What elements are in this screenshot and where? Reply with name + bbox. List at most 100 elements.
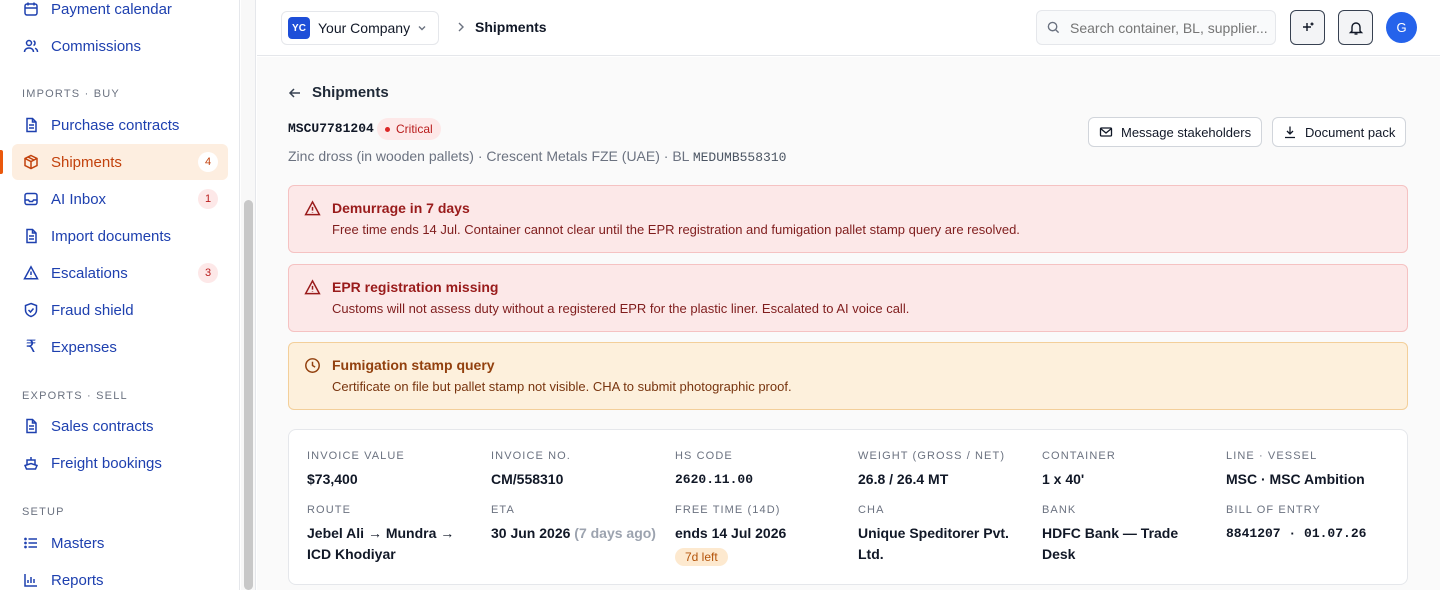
sidebar-item-purchase-contracts[interactable]: Purchase contracts (12, 107, 228, 143)
detail-bank: BANK HDFC Bank — Trade Desk (1042, 504, 1212, 565)
package-icon (23, 154, 39, 170)
back-to-shipments[interactable]: Shipments (288, 84, 389, 101)
escalations-count-badge: 3 (198, 263, 218, 283)
detail-value: CM/558310 (491, 471, 564, 487)
container-id: MSCU7781204 (288, 121, 374, 136)
detail-label: ETA (491, 504, 515, 516)
sidebar-item-escalations[interactable]: Escalations 3 (12, 255, 228, 291)
detail-label: INVOICE NO. (491, 450, 571, 462)
sidebar-item-label: Commissions (51, 37, 142, 55)
company-switcher[interactable]: YC Your Company (281, 11, 439, 45)
sidebar-item-fraud-shield[interactable]: Fraud shield (12, 292, 228, 328)
sidebar-item-reports[interactable]: Reports (12, 562, 228, 590)
sidebar-item-label: Escalations (51, 264, 128, 282)
detail-invoice-no: INVOICE NO. CM/558310 (491, 450, 661, 490)
breadcrumb-current: Shipments (475, 19, 547, 35)
users-icon (23, 38, 39, 54)
shipment-description: Zinc dross (in wooden pallets) · Crescen… (288, 148, 786, 165)
sidebar-item-shipments[interactable]: Shipments 4 (12, 144, 228, 180)
user-avatar[interactable]: G (1386, 12, 1417, 43)
search-icon (1047, 21, 1060, 34)
scrollbar-thumb[interactable] (244, 200, 253, 590)
sidebar-item-import-documents[interactable]: Import documents (12, 218, 228, 254)
message-stakeholders-button[interactable]: Message stakeholders (1088, 117, 1263, 147)
alert-title: Demurrage in 7 days (332, 200, 470, 216)
detail-hs-code: HS CODE 2620.11.00 (675, 450, 845, 490)
shield-icon (23, 302, 39, 318)
detail-value: 30 Jun 2026 (491, 525, 571, 541)
detail-label: INVOICE VALUE (307, 450, 405, 462)
sidebar-item-sales-contracts[interactable]: Sales contracts (12, 408, 228, 444)
detail-label: BILL OF ENTRY (1226, 504, 1321, 516)
list-icon (23, 535, 39, 551)
clock-icon (304, 357, 321, 379)
search-box[interactable] (1036, 10, 1276, 45)
status-dot (385, 126, 390, 132)
free-time-remaining-badge: 7d left (675, 548, 728, 566)
detail-free-time: FREE TIME (14D) ends 14 Jul 2026 7d left (675, 504, 845, 566)
sidebar-item-ai-inbox[interactable]: AI Inbox 1 (12, 181, 228, 217)
sidebar-item-commissions[interactable]: Commissions (12, 28, 228, 64)
detail-value: $73,400 (307, 471, 358, 487)
sidebar: Payment calendar Commissions IMPORTS · B… (0, 0, 240, 590)
alert-fumigation: Fumigation stamp query Certificate on fi… (288, 342, 1408, 410)
search-input[interactable] (1070, 19, 1270, 36)
alert-body: Customs will not assess duty without a r… (332, 301, 910, 316)
document-pack-button[interactable]: Document pack (1272, 117, 1407, 147)
download-icon (1283, 125, 1305, 139)
warning-icon (23, 265, 39, 281)
top-bar: YC Your Company Shipments G (257, 0, 1440, 56)
inbox-icon (23, 191, 39, 207)
company-logo: YC (288, 17, 310, 39)
detail-value: MSC · MSC Ambition (1226, 471, 1365, 487)
alert-title: Fumigation stamp query (332, 357, 495, 373)
page-title: Shipments (312, 84, 389, 101)
rupee-icon: ₹ (25, 337, 37, 356)
detail-label: FREE TIME (14D) (675, 504, 781, 516)
notifications-button[interactable] (1338, 10, 1373, 45)
company-name: Your Company (318, 20, 411, 36)
mail-icon (1099, 125, 1121, 139)
detail-label: BANK (1042, 504, 1077, 516)
detail-value-wrap: 30 Jun 2026 (7 days ago) (491, 523, 661, 544)
detail-route: ROUTE Jebel Ali → Mundra → ICD Khodiyar (307, 504, 477, 565)
ai-inbox-count-badge: 1 (198, 189, 218, 209)
status-label: Critical (396, 122, 433, 136)
detail-label: LINE · VESSEL (1226, 450, 1318, 462)
sidebar-item-freight-bookings[interactable]: Freight bookings (12, 445, 228, 481)
sidebar-item-label: Sales contracts (51, 417, 154, 435)
eta-relative: (7 days ago) (574, 525, 656, 541)
document-icon (23, 418, 39, 434)
detail-label: ROUTE (307, 504, 351, 516)
sidebar-item-label: Payment calendar (51, 0, 172, 18)
section-label-setup: SETUP (22, 506, 65, 518)
detail-weight: WEIGHT (GROSS / NET) 26.8 / 26.4 MT (858, 450, 1028, 490)
sidebar-item-payment-calendar[interactable]: Payment calendar (12, 0, 228, 27)
detail-label: CHA (858, 504, 885, 516)
detail-bill-of-entry: BILL OF ENTRY 8841207 · 01.07.26 (1226, 504, 1396, 544)
sidebar-item-label: Purchase contracts (51, 116, 180, 134)
bar-chart-icon (23, 572, 39, 588)
alert-body: Certificate on file but pallet stamp not… (332, 379, 792, 394)
active-indicator (0, 150, 3, 174)
sidebar-item-expenses[interactable]: ₹ Expenses (12, 329, 228, 365)
sparkle-icon (1300, 20, 1316, 36)
detail-label: CONTAINER (1042, 450, 1116, 462)
section-label-imports: IMPORTS · BUY (22, 88, 120, 100)
sidebar-item-masters[interactable]: Masters (12, 525, 228, 561)
sidebar-scrollbar[interactable] (241, 0, 256, 590)
ai-assist-button[interactable] (1290, 10, 1325, 45)
detail-invoice-value: INVOICE VALUE $73,400 (307, 450, 477, 490)
status-badge: Critical (377, 118, 441, 140)
shipments-count-badge: 4 (198, 152, 218, 172)
bl-number: MEDUMB558310 (692, 150, 787, 165)
sidebar-item-label: AI Inbox (51, 190, 107, 208)
warning-icon (304, 279, 321, 301)
detail-label: WEIGHT (GROSS / NET) (858, 450, 1006, 462)
section-label-exports: EXPORTS · SELL (22, 390, 128, 402)
detail-value: Unique Speditorer Pvt. Ltd. (858, 525, 1009, 562)
detail-value: 2620.11.00 (675, 472, 754, 487)
alert-demurrage: Demurrage in 7 days Free time ends 14 Ju… (288, 185, 1408, 253)
shipment-details-card: INVOICE VALUE $73,400 INVOICE NO. CM/558… (288, 429, 1408, 585)
detail-value: 26.8 / 26.4 MT (858, 471, 949, 487)
